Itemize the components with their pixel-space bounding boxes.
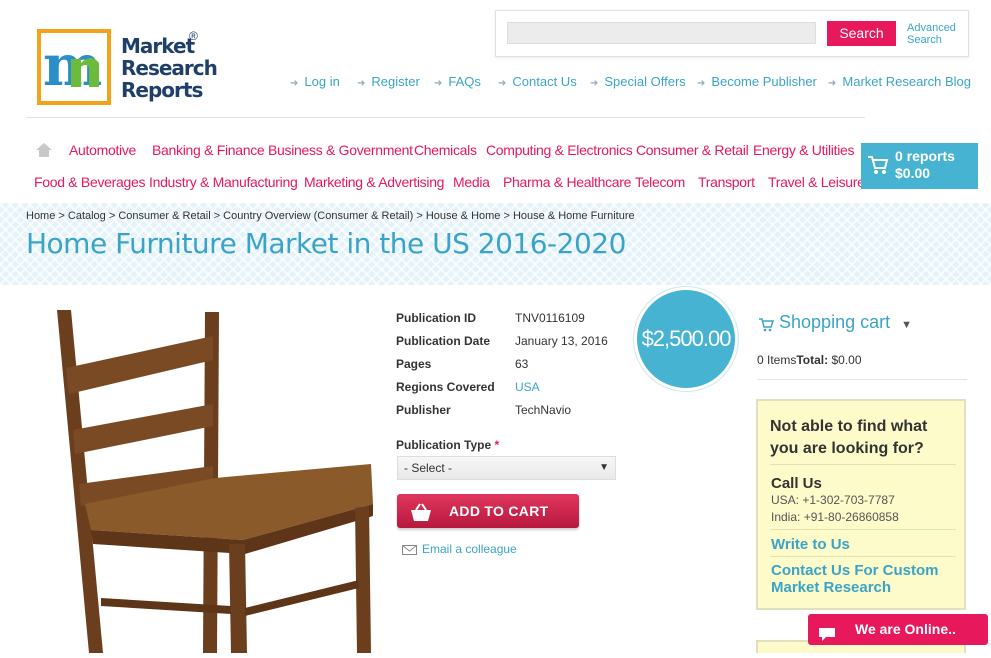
sidebar-divider [757, 379, 967, 380]
required-mark: * [494, 438, 500, 452]
add-to-cart-button[interactable]: ADD TO CART [397, 494, 579, 528]
category-media[interactable]: Media [453, 174, 490, 190]
call-us-heading: Call Us [771, 475, 822, 492]
faqs-link[interactable]: ➜ FAQs [434, 74, 481, 89]
regions-covered-label: Regions Covered [396, 380, 495, 394]
site-logo[interactable]: m Market Research Reports ® [37, 29, 218, 109]
cart-reports-count: 0 reports [895, 148, 955, 164]
home-icon[interactable] [35, 142, 53, 158]
register-link[interactable]: ➜ Register [357, 74, 420, 89]
help-divider [770, 464, 956, 465]
basket-icon [409, 501, 433, 521]
advanced-search-link[interactable]: Advanced Search [907, 22, 967, 46]
cart-items-summary: 0 ItemsTotal: $0.00 [757, 353, 862, 367]
category-industry-manufacturing[interactable]: Industry & Manufacturing [149, 174, 298, 190]
become-publisher-link[interactable]: ➜ Become Publisher [697, 74, 817, 89]
category-consumer-retail[interactable]: Consumer & Retail [636, 142, 749, 158]
cart-summary: 0 reports $0.00 [895, 148, 955, 182]
write-to-us-link[interactable]: Write to Us [771, 536, 850, 553]
category-travel-leisure[interactable]: Travel & Leisure [768, 174, 865, 190]
phone-usa: USA: +1-302-703-7787 [771, 493, 895, 507]
pages-value: 63 [515, 357, 529, 371]
blog-link[interactable]: ➜ Market Research Blog [828, 74, 971, 89]
page-title: Home Furniture Market in the US 2016-202… [26, 227, 626, 260]
logo-mark: m [37, 29, 111, 105]
phone-india: India: +91-80-26860858 [771, 510, 899, 524]
help-box: Not able to find what you are looking fo… [756, 399, 966, 610]
custom-research-link[interactable]: Contact Us For Custom Market Research [771, 562, 961, 596]
category-banking-finance[interactable]: Banking & Finance [152, 142, 265, 158]
arrow-icon: ➜ [590, 78, 599, 89]
category-marketing-advertising[interactable]: Marketing & Advertising [304, 174, 444, 190]
title-banner: Home > Catalog > Consumer & Retail > Cou… [0, 203, 991, 285]
category-food-beverages[interactable]: Food & Beverages [34, 174, 145, 190]
header-divider [26, 117, 865, 118]
category-pharma-healthcare[interactable]: Pharma & Healthcare [503, 174, 631, 190]
arrow-icon: ➜ [498, 78, 507, 89]
category-computing-electronics[interactable]: Computing & Electronics [486, 142, 633, 158]
chat-bubble-icon [818, 622, 836, 641]
login-link[interactable]: ➜ Log in [290, 74, 340, 89]
publication-date-label: Publication Date [396, 334, 491, 348]
publication-id-label: Publication ID [396, 311, 477, 325]
price-badge: $2,500.00 [637, 290, 735, 388]
category-transport[interactable]: Transport [698, 174, 755, 190]
search-input[interactable] [507, 22, 816, 44]
category-chemicals[interactable]: Chemicals [414, 142, 477, 158]
search-button[interactable]: Search [827, 21, 896, 46]
cart-total: $0.00 [895, 165, 931, 181]
help-divider [770, 529, 956, 530]
pages-label: Pages [396, 357, 432, 371]
help-divider [770, 556, 956, 557]
email-colleague-link[interactable]: Email a colleague [402, 542, 532, 558]
envelope-icon [402, 544, 417, 555]
publication-type-label: Publication Type * [396, 438, 500, 452]
cart-small-icon [758, 316, 775, 332]
cart-icon [867, 155, 889, 175]
arrow-icon: ➜ [697, 78, 706, 89]
logo-text: Market Research Reports [121, 34, 218, 102]
arrow-icon: ➜ [357, 78, 366, 89]
search-panel: Search Advanced Search [495, 10, 969, 57]
arrow-icon: ➜ [828, 78, 837, 89]
shopping-cart-title[interactable]: Shopping cart ▼ [758, 312, 912, 333]
breadcrumb[interactable]: Home > Catalog > Consumer & Retail > Cou… [26, 210, 635, 222]
publication-id-value: TNV0116109 [515, 311, 585, 325]
header-cart-button[interactable]: 0 reports $0.00 [861, 143, 978, 189]
publication-date-value: January 13, 2016 [515, 334, 608, 348]
publication-type-select[interactable]: - Select - ▼ [397, 456, 616, 480]
regions-covered-link[interactable]: USA [515, 380, 540, 394]
publisher-value: TechNavio [515, 403, 572, 417]
category-business-government[interactable]: Business & Government [268, 142, 413, 158]
category-telecom[interactable]: Telecom [635, 174, 685, 190]
top-links: ➜ Log in ➜ Register ➜ FAQs ➜ Contact Us ➜ Spe… [290, 74, 980, 92]
live-chat-button[interactable]: We are Online.. [808, 614, 988, 645]
product-image [33, 308, 383, 653]
special-offers-link[interactable]: ➜ Special Offers [590, 74, 686, 89]
category-energy-utilities[interactable]: Energy & Utilities [753, 142, 855, 158]
help-question: Not able to find what you are looking fo… [770, 418, 928, 457]
category-automotive[interactable]: Automotive [69, 142, 136, 158]
publisher-label: Publisher [396, 403, 451, 417]
chevron-down-icon: ▼ [901, 319, 912, 331]
arrow-icon: ➜ [434, 78, 443, 89]
arrow-icon: ➜ [290, 78, 299, 89]
registered-mark: ® [189, 29, 198, 43]
select-caret-icon: ▼ [599, 462, 609, 473]
contact-us-link[interactable]: ➜ Contact Us [498, 74, 577, 89]
